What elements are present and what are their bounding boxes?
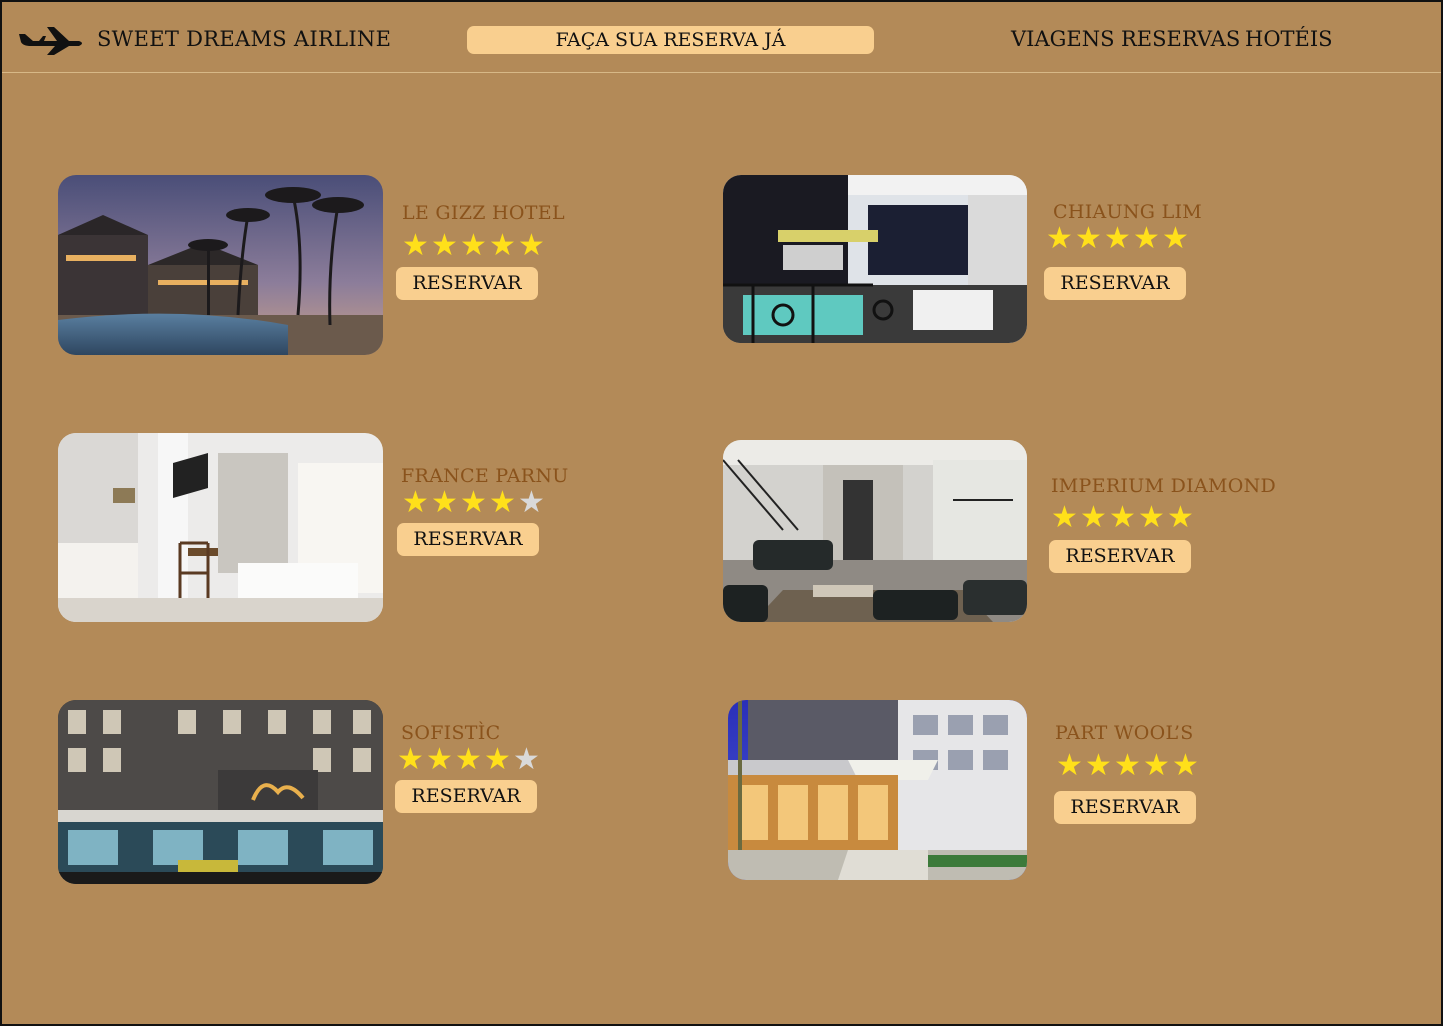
star-icon: ★ [1075,221,1102,256]
star-icon: ★ [460,228,487,263]
hotel-photo-imperium-diamond[interactable] [723,440,1027,622]
hotel-photo-part-wools[interactable] [728,700,1027,880]
star-icon: ★ [402,228,429,263]
star-icon: ★ [1114,748,1141,783]
book-now-button[interactable]: FAÇA SUA RESERVA JÁ [467,26,874,54]
hotel-name: CHIAUNG LIM [1053,201,1203,223]
airplane-icon [19,27,82,55]
star-icon: ★ [513,742,540,777]
nav-hoteis[interactable]: HOTÉIS [1245,27,1333,51]
star-icon: ★ [1109,500,1136,535]
hotel-name: SOFISTÌC [401,722,501,744]
star-icon: ★ [1133,221,1160,256]
star-icon: ★ [1104,221,1131,256]
star-icon: ★ [1167,500,1194,535]
rating-stars: ★★★★★ [1050,503,1195,533]
star-icon: ★ [426,742,453,777]
rating-stars: ★★★★★ [396,745,541,775]
nav-viagens[interactable]: VIAGENS [1011,27,1115,51]
hotel-name: IMPERIUM DIAMOND [1051,475,1277,497]
star-icon: ★ [1162,221,1189,256]
star-icon: ★ [1143,748,1170,783]
hotel-photo-france-parnu[interactable] [58,433,383,622]
hotel-photo-chiaung-lim[interactable] [723,175,1027,343]
star-icon: ★ [431,228,458,263]
rating-stars: ★★★★★ [401,488,546,518]
star-icon: ★ [484,742,511,777]
star-icon: ★ [1046,221,1073,256]
star-icon: ★ [1085,748,1112,783]
star-icon: ★ [460,485,487,520]
top-bar: SWEET DREAMS AIRLINE FAÇA SUA RESERVA JÁ… [2,2,1441,73]
star-icon: ★ [489,228,516,263]
nav-reservas[interactable]: RESERVAS [1121,27,1240,51]
star-icon: ★ [1138,500,1165,535]
rating-stars: ★★★★★ [1055,751,1200,781]
star-icon: ★ [402,485,429,520]
hotel-photo-sofistic[interactable] [58,700,383,884]
star-icon: ★ [431,485,458,520]
star-icon: ★ [518,228,545,263]
star-icon: ★ [1051,500,1078,535]
rating-stars: ★★★★★ [401,231,546,261]
hotel-name: FRANCE PARNU [401,465,569,487]
reserve-button[interactable]: RESERVAR [397,523,539,556]
hotel-name: LE GIZZ HOTEL [402,202,565,224]
star-icon: ★ [1172,748,1199,783]
reserve-button[interactable]: RESERVAR [396,267,538,300]
reserve-button[interactable]: RESERVAR [395,780,537,813]
rating-stars: ★★★★★ [1045,224,1190,254]
star-icon: ★ [1056,748,1083,783]
reserve-button[interactable]: RESERVAR [1044,267,1186,300]
reserve-button[interactable]: RESERVAR [1054,791,1196,824]
star-icon: ★ [397,742,424,777]
brand-name: SWEET DREAMS AIRLINE [97,27,392,51]
hotel-photo-le-gizz[interactable] [58,175,383,355]
reserve-button[interactable]: RESERVAR [1049,540,1191,573]
star-icon: ★ [455,742,482,777]
star-icon: ★ [518,485,545,520]
star-icon: ★ [1080,500,1107,535]
hotel-name: PART WOOL’S [1055,722,1194,744]
star-icon: ★ [489,485,516,520]
